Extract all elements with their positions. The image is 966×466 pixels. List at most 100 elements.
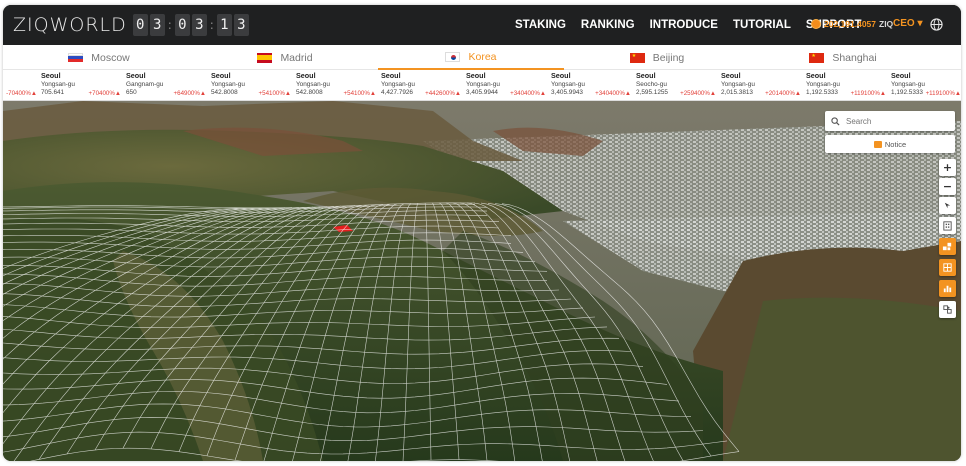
layer-grid-button[interactable] <box>939 301 956 318</box>
ticker-change: +340400%▲ <box>510 90 546 98</box>
ticker-city: Seoul <box>891 71 911 80</box>
korea-flag-icon <box>445 51 461 62</box>
ticker-item[interactable]: Seoul Yongsan-gu 542.8008 +54100%▲ <box>211 71 291 100</box>
notice-icon <box>873 140 882 148</box>
timer-separator: : <box>167 18 172 32</box>
spain-flag-icon <box>257 52 273 63</box>
ticker-item[interactable]: Seoul Yongsan-gu 1,192.5333 +119100%▲ <box>891 71 961 100</box>
ticker-change: +70400%▲ <box>88 90 121 98</box>
tab-moscow[interactable]: Moscow <box>6 45 192 70</box>
timer-digit: 3 <box>149 14 165 36</box>
nav-tutorial[interactable]: TUTORIAL <box>733 19 791 31</box>
ticker-district: Yongsan-gu <box>296 80 330 88</box>
blocks-icon <box>942 242 952 251</box>
ticker-change: -70400%▲ <box>6 90 37 98</box>
app-window: ZIQWORLD 0 3 : 0 3 : 1 3 STAKING RANKING… <box>3 5 961 461</box>
tab-beijing[interactable]: ★ Beijing <box>564 45 750 70</box>
map-layer-button[interactable] <box>939 217 956 234</box>
ticker-city: Seoul <box>381 71 401 80</box>
compass-icon <box>944 202 951 209</box>
countdown-timer: 0 3 : 0 3 : 1 3 <box>132 14 249 36</box>
china-flag-icon: ★ <box>809 52 825 63</box>
user-menu[interactable]: CEO ▾ <box>893 18 922 29</box>
layer-orange-1-button[interactable] <box>939 238 956 255</box>
logo[interactable]: ZIQWORLD <box>13 14 127 36</box>
layer-orange-2-button[interactable] <box>939 259 956 276</box>
tab-label: Moscow <box>91 51 130 64</box>
globe-icon[interactable] <box>930 18 943 31</box>
ticker-item[interactable]: Seoul Yongsan-gu 4,427.7926 +442600%▲ <box>381 71 461 100</box>
ticker-change: +54100%▲ <box>258 90 291 98</box>
ticker-city: Seoul <box>126 71 146 80</box>
ticker-city: Seoul <box>466 71 486 80</box>
ticker-change: +259400%▲ <box>680 90 716 98</box>
ticker-district: Yongsan-gu <box>806 80 840 88</box>
zoom-out-button[interactable]: − <box>939 178 956 195</box>
tab-label: Beijing <box>652 51 685 64</box>
search-icon <box>831 116 840 126</box>
ticker-item[interactable]: Seoul Yongsan-gu 1,192.5333 +119100%▲ <box>806 71 886 100</box>
map-search[interactable] <box>825 111 955 131</box>
timer-digit: 0 <box>174 14 190 36</box>
ticker-item[interactable]: Seoul Seocho-gu 2,595.1255 +259400%▲ <box>636 71 716 100</box>
tab-korea[interactable]: Korea <box>378 45 564 70</box>
ticker-district: Yongsan-gu <box>721 80 755 88</box>
main-nav: STAKING RANKING INTRODUCE TUTORIAL SUPPO… <box>515 5 861 45</box>
notice-button[interactable]: Notice <box>825 135 955 153</box>
ticker-district: Yongsan-gu <box>381 80 415 88</box>
nav-ranking[interactable]: RANKING <box>581 19 635 31</box>
ticker-change: +119100%▲ <box>925 90 961 98</box>
top-bar: ZIQWORLD 0 3 : 0 3 : 1 3 STAKING RANKING… <box>3 5 961 45</box>
ticker-city: Seoul <box>806 71 826 80</box>
timer-digit: 3 <box>191 14 207 36</box>
ticker-change: +119100%▲ <box>850 90 886 98</box>
nav-staking[interactable]: STAKING <box>515 19 566 31</box>
ticker-city: Seoul <box>721 71 741 80</box>
ticker-district: Yongsan-gu <box>551 80 585 88</box>
ticker-city: Seoul <box>551 71 571 80</box>
timer-digit: 3 <box>233 14 249 36</box>
ticker-district: Yongsan-gu <box>891 80 925 88</box>
search-input[interactable] <box>846 116 946 126</box>
ticker-change: +54100%▲ <box>343 90 376 98</box>
ticker-item[interactable]: Seoul Gangnam-gu 650 +64900%▲ <box>126 71 206 100</box>
ticker-city: Seoul <box>296 71 316 80</box>
nav-introduce[interactable]: INTRODUCE <box>650 19 718 31</box>
tab-shanghai[interactable]: ★ Shanghai <box>750 45 936 70</box>
stats-icon <box>943 285 952 293</box>
russia-flag-icon <box>68 52 84 63</box>
ticker-item[interactable]: Seoul Yongsan-gu 705.641 +70400%▲ <box>41 71 121 100</box>
balance-unit: ZIQ <box>879 19 894 29</box>
coin-icon <box>811 19 821 29</box>
zoom-in-button[interactable]: + <box>939 159 956 176</box>
tab-label: Shanghai <box>832 51 877 64</box>
tab-label: Korea <box>468 50 497 63</box>
ticker-city: Seoul <box>41 71 61 80</box>
compass-button[interactable] <box>939 197 956 214</box>
grid-layer-icon <box>943 263 952 272</box>
timer-digit: 0 <box>132 14 148 36</box>
balance-display[interactable]: 202,191.4057 ZIQ <box>811 19 893 29</box>
tab-madrid[interactable]: Madrid <box>192 45 378 70</box>
terrain-map[interactable]: Notice + − <box>3 101 961 461</box>
ticker-city: Seoul <box>636 71 656 80</box>
balance-value: 202,191.4057 <box>824 19 876 29</box>
ticker-change: +340400%▲ <box>595 90 631 98</box>
ticker-district: Gangnam-gu <box>126 80 164 88</box>
terrain-view[interactable] <box>3 101 961 461</box>
ticker-item[interactable]: -70400%▲ <box>3 72 37 100</box>
timer-separator: : <box>209 18 214 32</box>
ticker-city: Seoul <box>211 71 231 80</box>
ticker-change: +442600%▲ <box>425 90 461 98</box>
ticker-item[interactable]: Seoul Yongsan-gu 3,405.9943 +340400%▲ <box>551 71 631 100</box>
ticker-district: Yongsan-gu <box>41 80 75 88</box>
layer-orange-3-button[interactable] <box>939 280 956 297</box>
ticker-district: Yongsan-gu <box>211 80 245 88</box>
china-flag-icon: ★ <box>629 52 645 63</box>
ticker-item[interactable]: Seoul Yongsan-gu 542.8008 +54100%▲ <box>296 71 376 100</box>
tab-label: Madrid <box>280 51 313 64</box>
ticker-item[interactable]: Seoul Yongsan-gu 2,015.3813 +201400%▲ <box>721 71 801 100</box>
notice-label: Notice <box>884 139 907 149</box>
ticker-district: Yongsan-gu <box>466 80 500 88</box>
ticker-item[interactable]: Seoul Yongsan-gu 3,405.9944 +340400%▲ <box>466 71 546 100</box>
